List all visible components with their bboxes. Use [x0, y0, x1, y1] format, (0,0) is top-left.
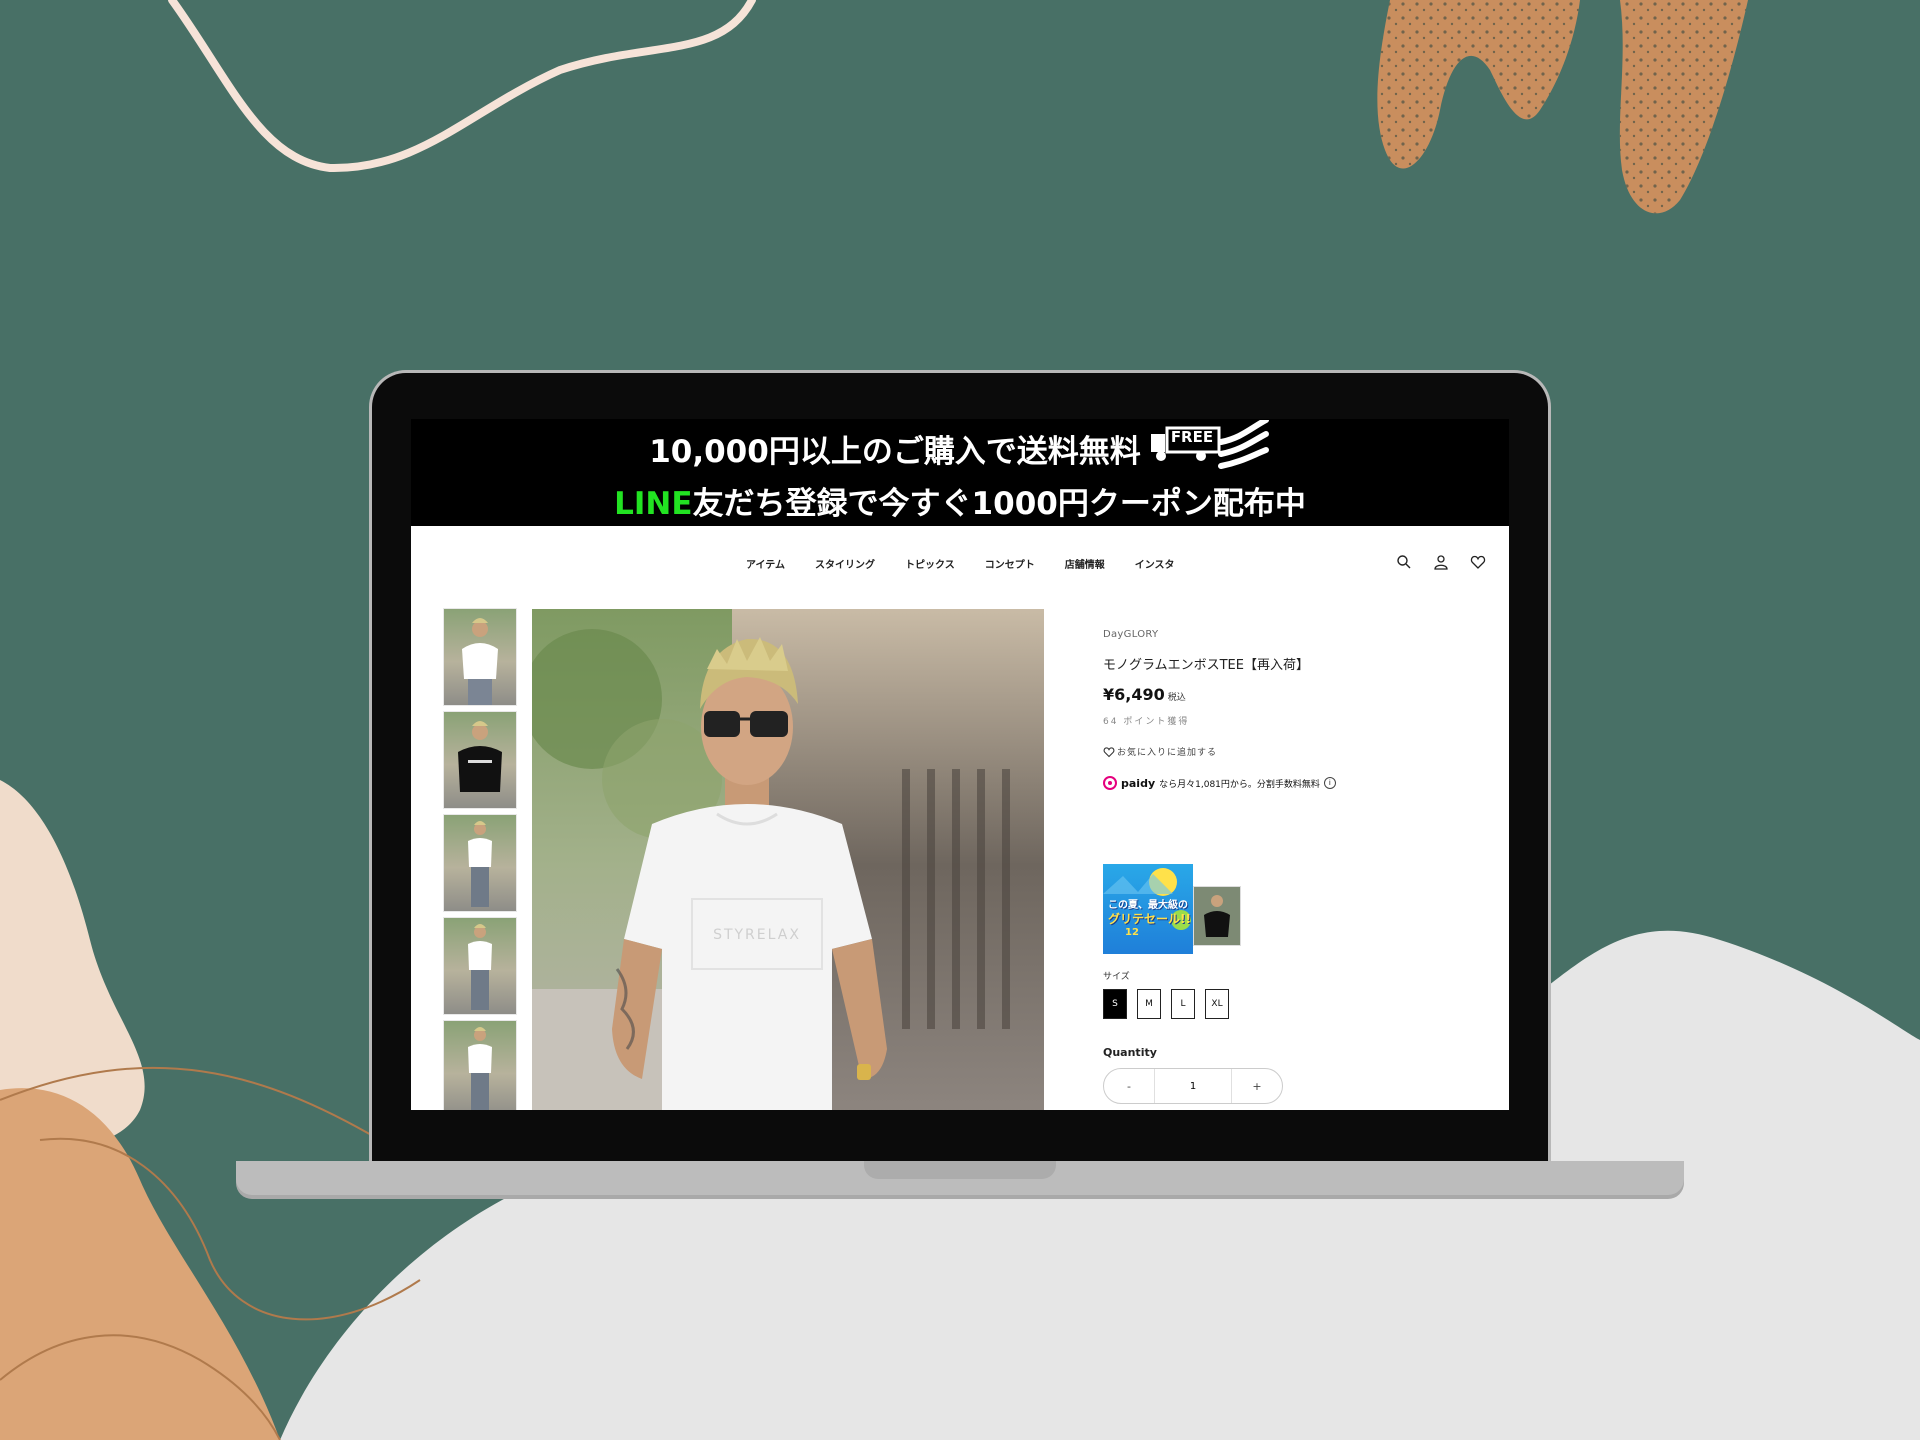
product-thumbnail[interactable] [443, 608, 517, 706]
size-option-l[interactable]: L [1171, 989, 1195, 1019]
sale-banner[interactable]: この夏、最大級の グリテセール!! 12 [1103, 864, 1193, 954]
product-thumbnail[interactable] [443, 1020, 517, 1110]
quantity-increase-button[interactable]: + [1232, 1080, 1282, 1093]
free-tag: FREE [1170, 428, 1214, 446]
quantity-label: Quantity [1103, 1046, 1157, 1059]
price-row: ¥6,490 税込 [1103, 685, 1483, 704]
quantity-input[interactable] [1154, 1069, 1232, 1103]
add-to-favorites[interactable]: お気に入りに追加する [1103, 745, 1483, 758]
nav-links: アイテム スタイリング トピックス コンセプト 店舗情報 インスタ [746, 556, 1205, 571]
promo-line-label: LINE [614, 486, 693, 522]
account-icon[interactable] [1433, 554, 1449, 570]
favorite-label: お気に入りに追加する [1117, 748, 1218, 758]
product-brand[interactable]: DayGLORY [1103, 629, 1483, 640]
laptop-screen: 10,000円以上のご購入で送料無料 FREE LINE友だち登録で今すぐ100… [411, 419, 1509, 1110]
quantity-stepper: - + [1103, 1068, 1283, 1104]
size-option-xl[interactable]: XL [1205, 989, 1229, 1019]
nav-link-stores[interactable]: 店舗情報 [1065, 556, 1105, 571]
heart-outline-icon [1103, 746, 1115, 757]
nav-link-styling[interactable]: スタイリング [815, 556, 875, 571]
nav-link-concept[interactable]: コンセプト [985, 556, 1035, 571]
laptop-notch [864, 1161, 1056, 1179]
nav-link-items[interactable]: アイテム [746, 556, 785, 571]
product-price: ¥6,490 [1103, 685, 1165, 704]
size-option-s[interactable]: S [1103, 989, 1127, 1019]
truck-icon: FREE [1150, 419, 1271, 483]
product-info: DayGLORY モノグラムエンボスTEE【再入荷】 ¥6,490 税込 64 … [1103, 629, 1483, 790]
quantity-decrease-button[interactable]: - [1104, 1080, 1154, 1093]
paidy-text: なら月々1,081円から。分割手数料無料 [1159, 779, 1320, 790]
size-option-m[interactable]: M [1137, 989, 1161, 1019]
nav-icons [1396, 554, 1486, 570]
sale-banner-line1: この夏、最大級の [1108, 900, 1188, 911]
sale-banner-line2: グリテセール!! [1108, 912, 1191, 926]
product-main-image[interactable]: STYRELAX [532, 609, 1044, 1110]
nav-link-topics[interactable]: トピックス [905, 556, 955, 571]
product-thumbnail[interactable] [443, 711, 517, 809]
info-icon[interactable]: i [1323, 777, 1336, 789]
size-label: サイズ [1103, 972, 1130, 982]
site-nav: アイテム スタイリング トピックス コンセプト 店舗情報 インスタ [411, 526, 1509, 601]
product-thumbnail[interactable] [443, 917, 517, 1015]
tax-label: 税込 [1167, 693, 1186, 703]
product-title: モノグラムエンボスTEE【再入荷】 [1103, 658, 1309, 673]
product-thumbnail[interactable] [443, 814, 517, 912]
paidy-logo: paidy [1121, 776, 1156, 790]
heart-icon[interactable] [1470, 554, 1486, 570]
product-banner-thumbnail[interactable] [1193, 886, 1241, 946]
paidy-installments: paidy なら月々1,081円から。分割手数料無料 i [1103, 776, 1483, 790]
points-label: 64 ポイント獲得 [1103, 717, 1190, 727]
tshirt-print: STYRELAX [713, 927, 801, 943]
promo-coupon-text: 友だち登録で今すぐ1000円クーポン配布中 [692, 486, 1306, 522]
promo-line-coupon: LINE友だち登録で今すぐ1000円クーポン配布中 [614, 483, 1306, 525]
search-icon[interactable] [1396, 554, 1412, 570]
promo-banner[interactable]: 10,000円以上のご購入で送料無料 FREE LINE友だち登録で今すぐ100… [411, 419, 1509, 526]
nav-link-instagram[interactable]: インスタ [1135, 556, 1175, 571]
product-thumbnails [443, 608, 517, 1110]
promo-banners: この夏、最大級の グリテセール!! 12 [1103, 864, 1241, 954]
promo-line-shipping: 10,000円以上のご購入で送料無料 FREE [649, 419, 1271, 483]
promo-shipping-text: 10,000円以上のご購入で送料無料 [649, 433, 1141, 470]
paidy-logo-icon [1103, 776, 1117, 790]
size-selector: S M L XL [1103, 989, 1229, 1019]
sale-banner-line3: 12 [1125, 927, 1139, 938]
